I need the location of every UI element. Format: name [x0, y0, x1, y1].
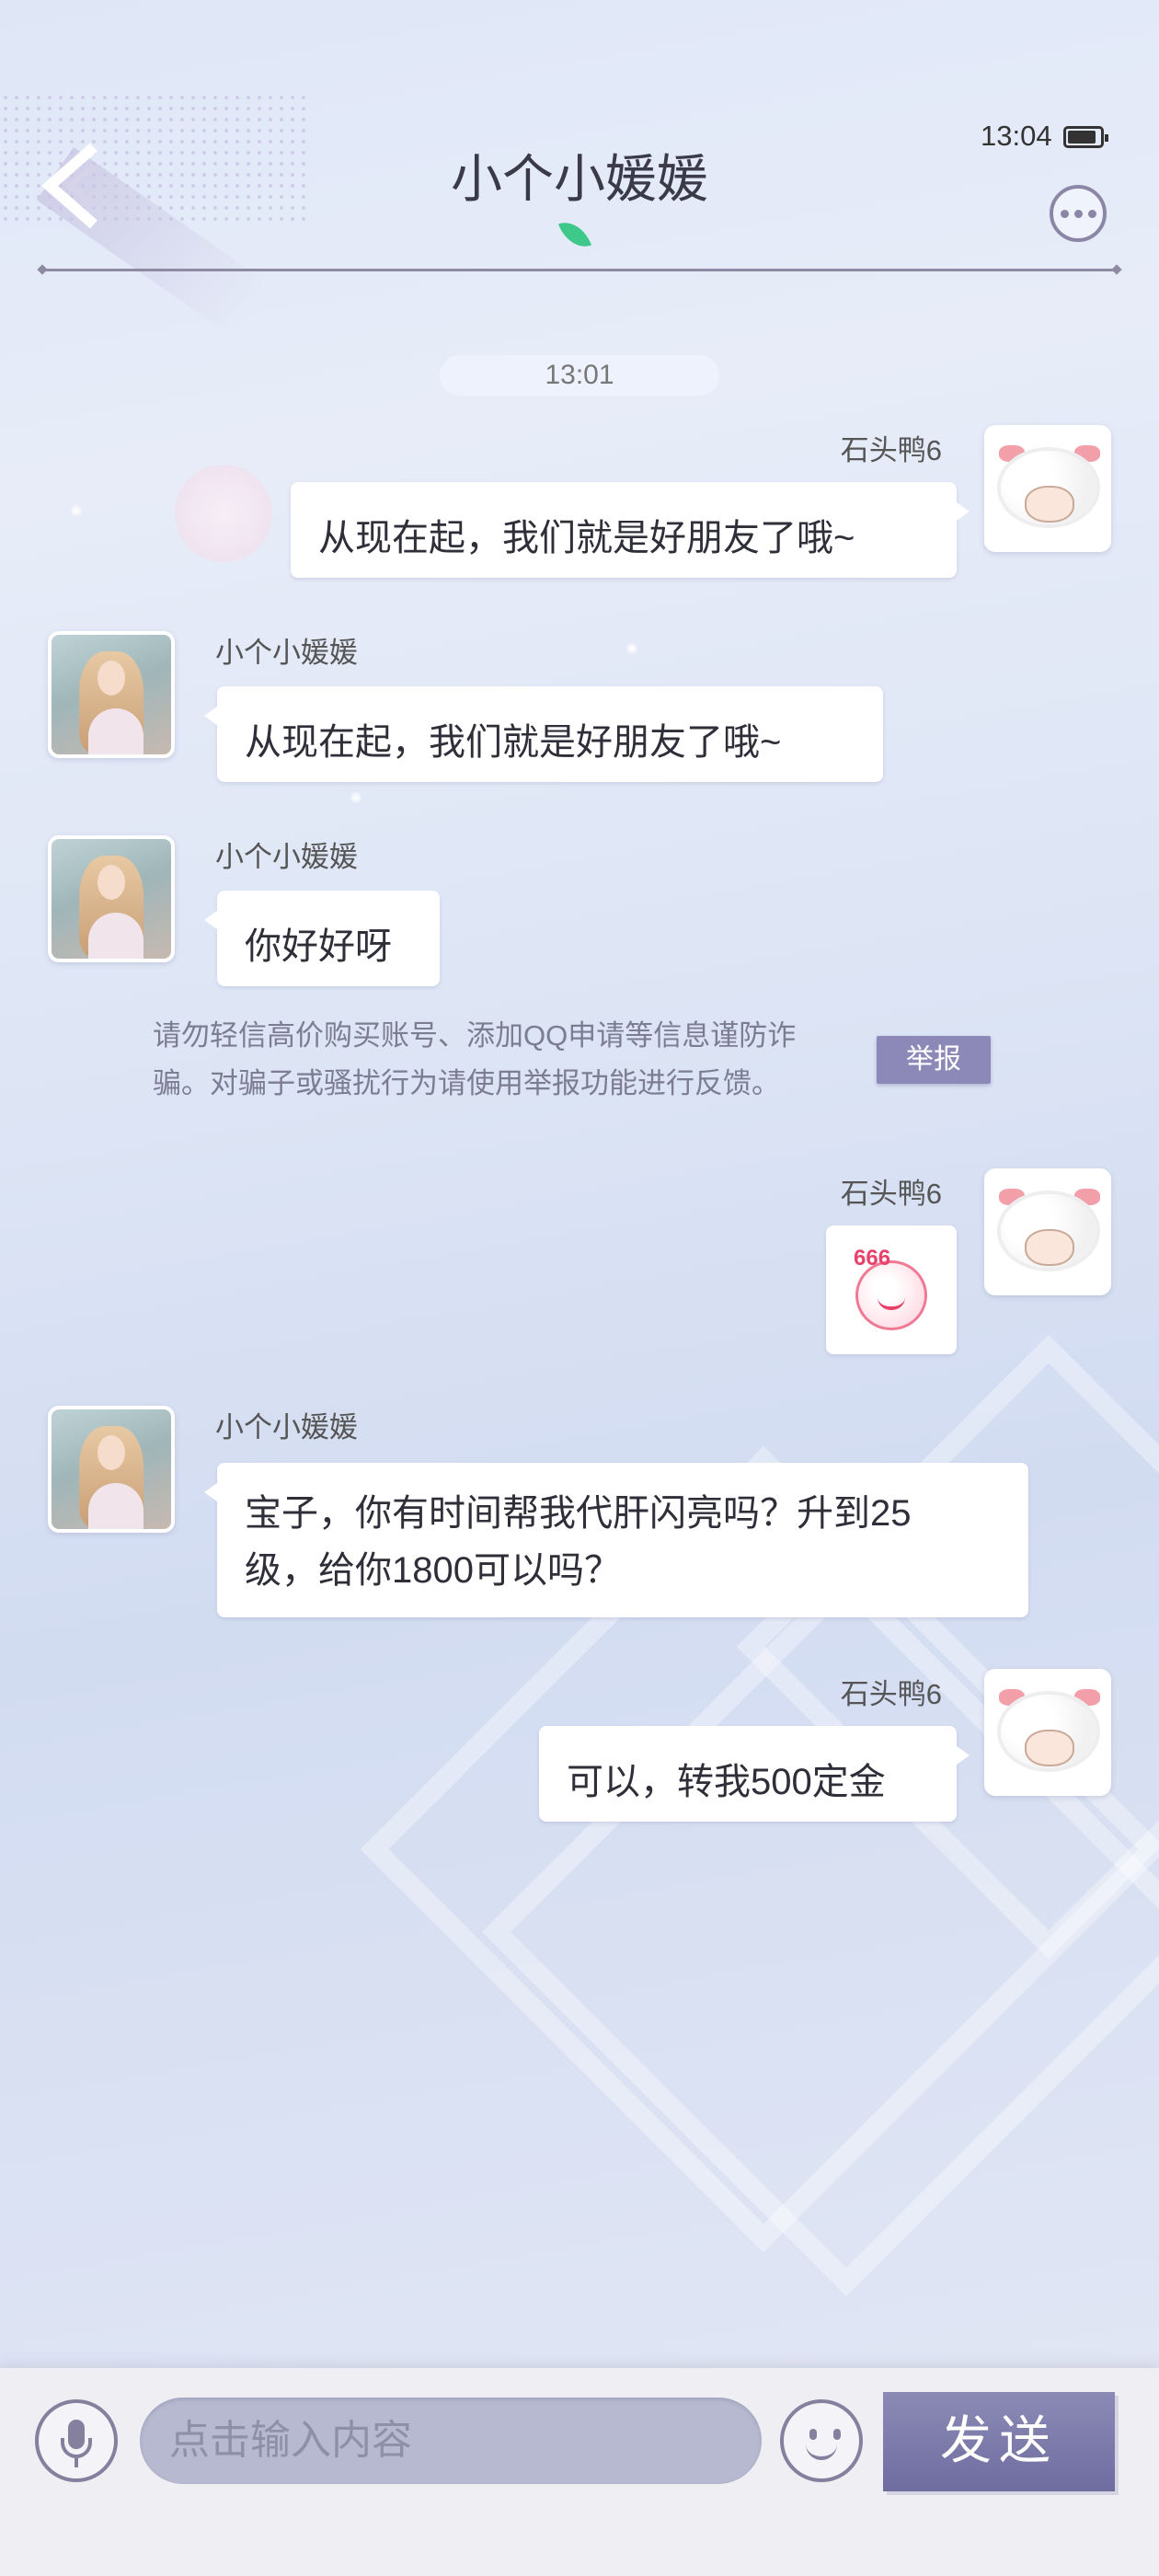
more-dots-icon — [1060, 209, 1069, 218]
avatar-girl[interactable] — [48, 1406, 175, 1533]
microphone-icon-stem — [75, 2458, 78, 2467]
sender-name: 小个小媛媛 — [215, 1411, 358, 1443]
avatar-girl[interactable] — [48, 631, 175, 758]
emoji-face-icon-mouth — [806, 2444, 837, 2460]
fraud-notice: 请勿轻信高价购买账号、添加QQ申请等信息谨防诈 骗。对骗子或骚扰行为请使用举报功… — [153, 1012, 861, 1108]
background-chevron — [736, 1334, 1159, 1960]
message-text: 从现在起，我们就是好朋友了哦~ — [245, 722, 782, 763]
sender-name: 石头鸭6 — [840, 434, 942, 466]
voice-button[interactable] — [35, 2399, 118, 2482]
input-bar: 发送 — [0, 2368, 1159, 2576]
sender-name: 石头鸭6 — [840, 1178, 942, 1210]
emoji-face-icon-eye — [833, 2429, 841, 2440]
emoji-button[interactable] — [780, 2399, 863, 2482]
avatar-dress — [88, 708, 143, 754]
chat-header: 小个小媛媛 13:04 — [0, 0, 1159, 338]
send-button[interactable]: 发送 — [883, 2392, 1115, 2491]
avatar-girl[interactable] — [48, 835, 175, 962]
header-divider — [42, 269, 1117, 271]
sticker-message[interactable]: 666 — [826, 1225, 957, 1354]
message-bubble[interactable]: 可以，转我500定金 — [539, 1726, 970, 1822]
avatar-sheep[interactable] — [984, 425, 1111, 552]
avatar-sheep[interactable] — [984, 1669, 1111, 1796]
message-text: 你好好呀 — [245, 926, 392, 967]
notice-line: 请勿轻信高价购买账号、添加QQ申请等信息谨防诈 — [153, 1019, 797, 1052]
avatar-face — [98, 661, 125, 696]
microphone-icon-base — [61, 2438, 92, 2458]
more-dots-icon — [1087, 209, 1096, 218]
sparkle-icon — [350, 791, 362, 804]
more-dots-icon — [1073, 209, 1083, 218]
sheep-face — [1025, 486, 1074, 523]
avatar-face — [98, 865, 125, 900]
notice-line: 骗。对骗子或骚扰行为请使用举报功能进行反馈。 — [153, 1067, 780, 1099]
emoji-face-icon-eye — [809, 2429, 817, 2440]
battery-icon — [1063, 126, 1108, 148]
sender-name: 石头鸭6 — [840, 1678, 942, 1710]
message-input[interactable] — [140, 2398, 762, 2484]
sticker-label: 666 — [854, 1246, 891, 1271]
leaf-icon — [557, 215, 592, 254]
decorative-circle — [175, 465, 272, 562]
message-bubble[interactable]: 从现在起，我们就是好朋友了哦~ — [291, 482, 970, 578]
sparkle-icon — [70, 504, 83, 517]
status-time: 13:04 — [981, 120, 1052, 152]
message-bubble[interactable]: 从现在起，我们就是好朋友了哦~ — [204, 686, 883, 782]
message-bubble[interactable]: 你好好呀 — [204, 891, 440, 986]
avatar-face — [98, 1435, 125, 1470]
sender-name: 小个小媛媛 — [215, 637, 358, 669]
report-button[interactable]: 举报 — [877, 1036, 991, 1084]
message-text-line: 级，给你1800可以吗？ — [245, 1550, 621, 1591]
sender-name: 小个小媛媛 — [215, 841, 358, 873]
avatar-sheep[interactable] — [984, 1168, 1111, 1295]
sheep-face — [1025, 1229, 1074, 1266]
avatar-dress — [88, 913, 143, 959]
avatar-dress — [88, 1483, 143, 1529]
message-bubble[interactable]: 宝子，你有时间帮我代肝闪亮吗？升到25 级，给你1800可以吗？ — [204, 1463, 1028, 1617]
message-text: 可以，转我500定金 — [567, 1762, 886, 1802]
chat-timestamp: 13:01 — [440, 355, 719, 396]
message-text: 从现在起，我们就是好朋友了哦~ — [318, 518, 855, 558]
sparkle-icon — [625, 642, 638, 655]
more-button[interactable] — [1050, 185, 1107, 242]
sheep-face — [1025, 1730, 1074, 1766]
message-text-line: 宝子，你有时间帮我代肝闪亮吗？升到25 — [245, 1493, 912, 1534]
